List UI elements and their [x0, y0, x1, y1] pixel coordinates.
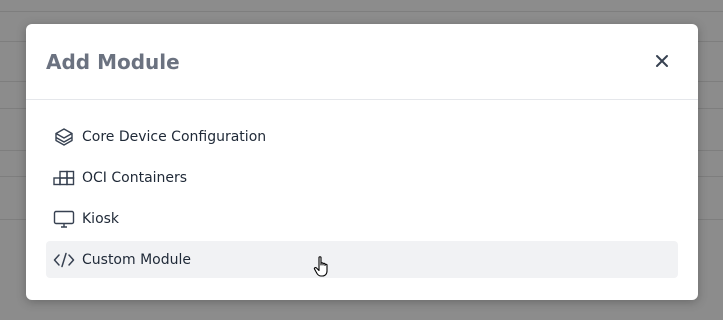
dialog-header: Add Module — [26, 24, 698, 100]
module-list: Core Device Configuration OCI Containers — [46, 118, 678, 282]
module-item-core-device-configuration[interactable]: Core Device Configuration — [46, 118, 678, 155]
close-button[interactable] — [652, 51, 672, 71]
dialog-title: Add Module — [46, 50, 180, 74]
code-icon — [53, 249, 75, 271]
module-label: Kiosk — [82, 210, 120, 227]
monitor-icon — [53, 208, 75, 230]
module-label: Custom Module — [82, 251, 191, 268]
module-label: Core Device Configuration — [82, 128, 267, 145]
module-item-oci-containers[interactable]: OCI Containers — [46, 159, 678, 196]
containers-icon — [53, 167, 75, 189]
background-divider — [0, 11, 723, 12]
close-icon — [656, 55, 668, 67]
module-label: OCI Containers — [82, 169, 188, 186]
layers-icon — [53, 126, 75, 148]
add-module-dialog: Add Module Core Device Configuration OCI… — [26, 24, 698, 300]
module-item-custom-module[interactable]: Custom Module — [46, 241, 678, 278]
module-item-kiosk[interactable]: Kiosk — [46, 200, 678, 237]
